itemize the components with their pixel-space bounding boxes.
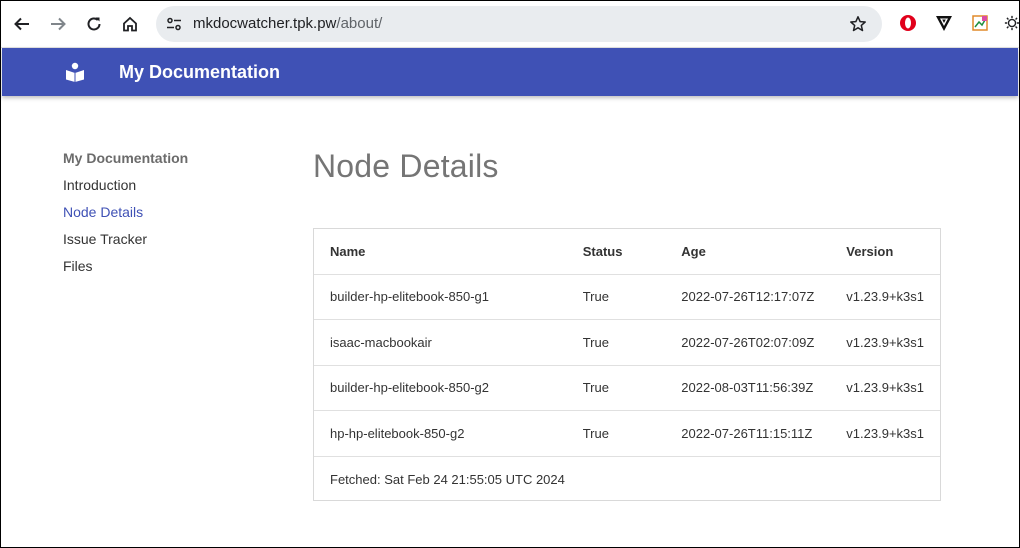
cell-name: builder-hp-elitebook-850-g2 (314, 365, 567, 411)
cell-age: 2022-07-26T11:15:11Z (665, 410, 831, 457)
browser-toolbar: mkdocwatcher.tpk.pw/about/ (0, 0, 1020, 48)
column-header-version: Version (830, 229, 940, 275)
cell-status: True (566, 319, 666, 366)
nav-heading: My Documentation (63, 150, 189, 166)
reload-icon[interactable] (82, 12, 106, 36)
sun-extension-icon[interactable] (1004, 13, 1020, 33)
cell-status: True (566, 365, 666, 411)
forward-icon[interactable] (46, 12, 70, 36)
site-title[interactable]: My Documentation (119, 62, 280, 83)
bookmark-star-icon[interactable] (848, 14, 868, 34)
nav-item-files[interactable]: Files (63, 258, 263, 285)
nav-item-issue-tracker[interactable]: Issue Tracker (63, 231, 263, 258)
app-header: My Documentation (2, 48, 1018, 96)
cell-version: v1.23.9+k3s1 (830, 319, 940, 366)
image-extension-icon[interactable] (970, 13, 990, 33)
table-row: isaac-macbookair True 2022-07-26T02:07:0… (314, 319, 940, 366)
column-header-name: Name (314, 229, 567, 275)
cell-name: hp-hp-elitebook-850-g2 (314, 410, 567, 457)
cell-name: isaac-macbookair (314, 319, 567, 366)
cell-age: 2022-08-03T11:56:39Z (665, 365, 831, 411)
address-bar[interactable]: mkdocwatcher.tpk.pw/about/ (156, 6, 882, 42)
cell-status: True (566, 410, 666, 457)
column-header-status: Status (566, 229, 666, 275)
cell-age: 2022-07-26T02:07:09Z (665, 319, 831, 366)
table-footer-row: Fetched: Sat Feb 24 21:55:05 UTC 2024 (314, 456, 940, 502)
book-reader-logo-icon[interactable] (64, 61, 86, 83)
cell-age: 2022-07-26T12:17:07Z (665, 274, 831, 320)
cell-version: v1.23.9+k3s1 (830, 365, 940, 411)
node-table-container: Name Status Age Version builder-hp-elite… (313, 228, 941, 501)
cell-version: v1.23.9+k3s1 (830, 410, 940, 457)
url-path: /about/ (336, 15, 383, 32)
home-icon[interactable] (118, 12, 142, 36)
url-text: mkdocwatcher.tpk.pw/about/ (193, 15, 382, 32)
node-table: Name Status Age Version builder-hp-elite… (314, 229, 940, 502)
nav-item-node-details[interactable]: Node Details (63, 204, 263, 231)
cell-name: builder-hp-elitebook-850-g1 (314, 274, 567, 320)
nav-item-introduction[interactable]: Introduction (63, 177, 263, 204)
site-settings-icon[interactable] (164, 14, 184, 34)
column-header-age: Age (665, 229, 831, 275)
table-row: hp-hp-elitebook-850-g2 True 2022-07-26T1… (314, 410, 940, 457)
page-title: Node Details (313, 148, 499, 184)
cell-version: v1.23.9+k3s1 (830, 274, 940, 320)
table-row: builder-hp-elitebook-850-g1 True 2022-07… (314, 274, 940, 320)
opera-extension-icon[interactable] (898, 13, 918, 33)
table-header-row: Name Status Age Version (314, 229, 940, 275)
vivaldi-extension-icon[interactable] (934, 13, 954, 33)
url-host: mkdocwatcher.tpk.pw (193, 15, 337, 32)
fetched-timestamp: Fetched: Sat Feb 24 21:55:05 UTC 2024 (330, 471, 565, 487)
cell-status: True (566, 274, 666, 320)
back-icon[interactable] (10, 12, 34, 36)
table-row: builder-hp-elitebook-850-g2 True 2022-08… (314, 365, 940, 411)
sidebar-nav: My Documentation Introduction Node Detai… (63, 150, 263, 285)
